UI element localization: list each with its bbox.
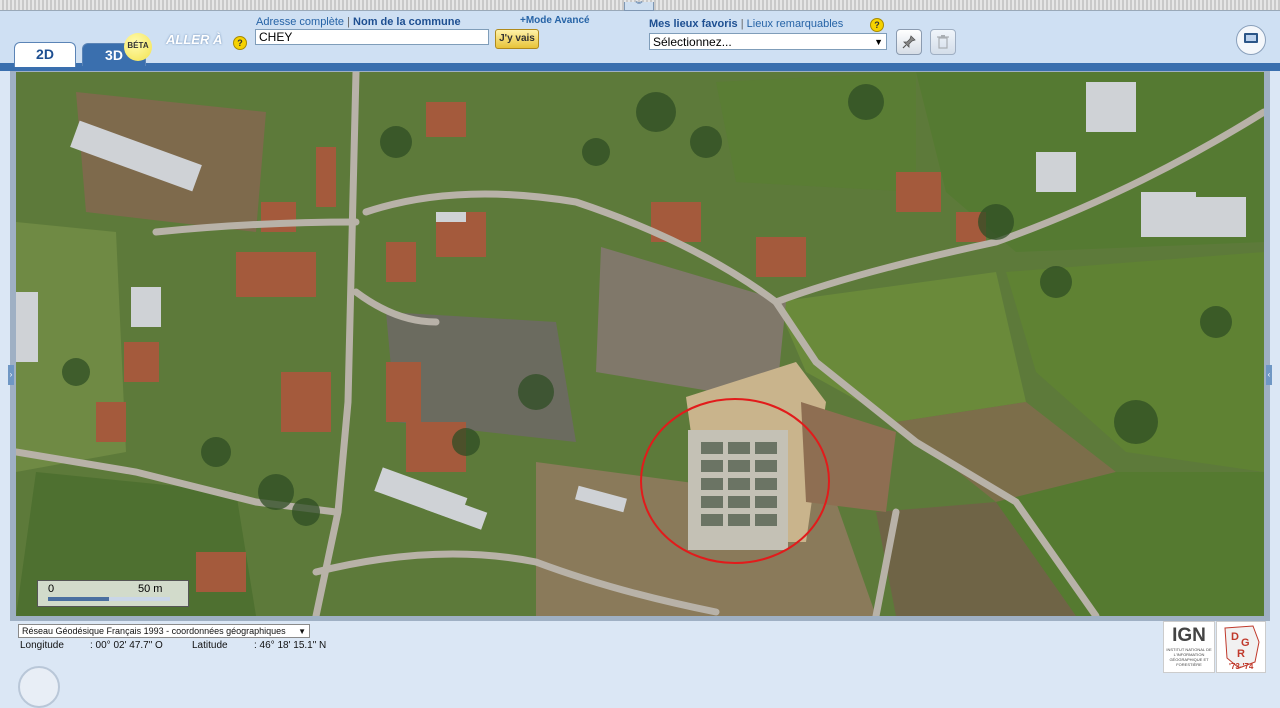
favorites-help-icon[interactable]: ?: [870, 18, 884, 32]
commune-link[interactable]: Nom de la commune: [353, 16, 461, 28]
toolbar-band: [0, 63, 1280, 71]
pan-left-handle[interactable]: ›: [8, 365, 14, 385]
aller-a-label: ALLER À: [166, 32, 223, 47]
favorites-select[interactable]: Sélectionnez... ▼: [649, 33, 887, 50]
link-separator: |: [740, 18, 744, 30]
svg-text:R: R: [1237, 648, 1245, 660]
latitude-value: : 46° 18' 15.1" N: [254, 640, 327, 651]
remarkable-places-link[interactable]: Lieux remarquables: [747, 18, 844, 30]
search-input[interactable]: [255, 29, 489, 45]
scale-end-label: 50 m: [138, 583, 163, 595]
projection-value: Réseau Géodésique Français 1993 - coordo…: [22, 626, 286, 636]
dgr-logo: D G R '73-'74: [1216, 621, 1266, 673]
collapse-toolbar-handle[interactable]: ︾: [624, 2, 654, 11]
link-separator: |: [347, 16, 350, 28]
projection-select[interactable]: Réseau Géodésique Français 1993 - coordo…: [18, 624, 310, 638]
beta-badge: BÉTA: [124, 33, 152, 61]
fullscreen-button[interactable]: [1236, 25, 1266, 55]
address-link[interactable]: Adresse complète: [256, 16, 344, 28]
tab-2d[interactable]: 2D: [14, 42, 76, 67]
go-button[interactable]: J'y vais: [495, 29, 539, 49]
scale-bar-graphic: [48, 597, 170, 601]
longitude-label: Longitude: [20, 640, 64, 651]
advanced-mode-link[interactable]: +Mode Avancé: [520, 15, 590, 26]
delete-button[interactable]: [930, 29, 956, 55]
my-places-link[interactable]: Mes lieux favoris: [649, 18, 738, 30]
svg-text:D: D: [1231, 631, 1239, 643]
scale-bar: 0 50 m: [37, 580, 189, 607]
navigation-control[interactable]: [18, 666, 60, 708]
favorites-select-value: Sélectionnez...: [653, 35, 732, 49]
chevron-down-icon: ▼: [298, 627, 306, 636]
longitude-value: : 00° 02' 47.7" O: [90, 640, 163, 651]
pin-icon: [902, 35, 916, 49]
favorites-links: Mes lieux favoris | Lieux remarquables: [649, 18, 843, 30]
dgr-logo-graphic: D G R '73-'74: [1224, 625, 1260, 671]
aerial-map[interactable]: [16, 72, 1264, 616]
svg-text:'73-'74: '73-'74: [1229, 662, 1254, 671]
search-mode-links: Adresse complète | Nom de la commune: [256, 16, 461, 28]
chevron-down-icon: ▼: [874, 37, 883, 47]
ign-logo: IGN INSTITUT NATIONAL DE L'INFORMATION G…: [1163, 621, 1215, 673]
trash-icon: [937, 35, 949, 49]
screen-icon: [1244, 33, 1258, 43]
aerial-imagery: [16, 72, 1264, 616]
scale-start-label: 0: [48, 583, 55, 595]
pan-right-handle[interactable]: ‹: [1266, 365, 1272, 385]
pin-button[interactable]: [896, 29, 922, 55]
latitude-label: Latitude: [192, 640, 228, 651]
help-icon[interactable]: ?: [233, 36, 247, 50]
